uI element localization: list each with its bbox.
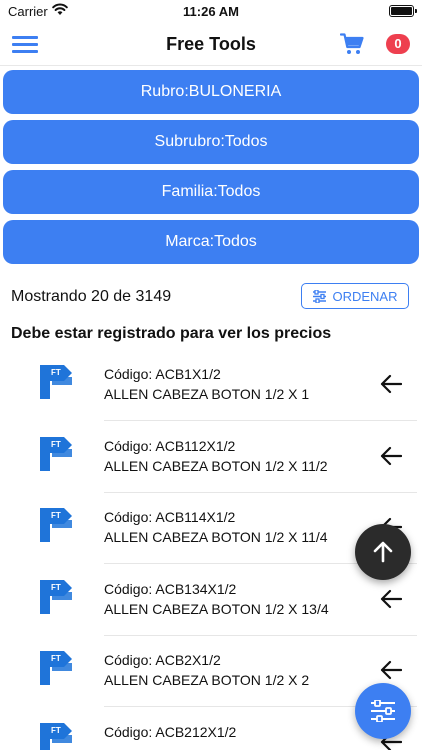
logo-text: FT [51, 726, 61, 735]
free-tools-logo-icon: FT [40, 722, 72, 750]
product-name: ALLEN CABEZA BOTON 1/2 X 11/4 [104, 529, 328, 545]
logo-text: FT [51, 654, 61, 663]
product-code: Código: ACB114X1/2 [104, 509, 236, 525]
product-name: ALLEN CABEZA BOTON 1/2 X 13/4 [104, 600, 329, 617]
logo-text: FT [51, 440, 61, 449]
battery-icon [389, 5, 417, 17]
rubro-filter-button[interactable]: Rubro:BULONERIA [3, 70, 419, 114]
product-code: Código: ACB134X1/2 [104, 580, 237, 597]
familia-filter-button[interactable]: Familia:Todos [3, 170, 419, 214]
arrow-up-icon [373, 541, 393, 563]
arrow-left-icon[interactable] [380, 374, 402, 394]
scroll-to-top-button[interactable] [355, 524, 411, 580]
product-code: Código: ACB1X1/2 [104, 366, 221, 382]
cart-count-badge[interactable]: 0 [386, 34, 410, 54]
sort-button-label: ORDENAR [332, 288, 398, 304]
free-tools-logo-icon: FT [40, 436, 72, 471]
product-row[interactable]: FT Código: ACB1X1/2 ALLEN CABEZA BOTON 1/2… [0, 350, 422, 421]
marca-filter-button[interactable]: Marca:Todos [3, 220, 419, 264]
free-tools-logo-icon: FT [40, 579, 72, 614]
product-code: Código: ACB2X1/2 [104, 652, 221, 668]
product-name: ALLEN CABEZA BOTON 1/2 X 11/2 [104, 457, 328, 474]
arrow-left-icon[interactable] [380, 446, 402, 466]
subrubro-filter-button[interactable]: Subrubro:Todos [3, 120, 419, 164]
product-info: Código: ACB134X1/2 ALLEN CABEZA BOTON 1/2… [104, 579, 329, 619]
arrow-left-icon[interactable] [380, 589, 402, 609]
login-required-notice: Debe estar registrado para ver los preci… [11, 325, 332, 342]
product-info: Código: ACB112X1/2 ALLEN CABEZA BOTON 1/2… [104, 436, 328, 476]
free-tools-logo-icon: FT [40, 508, 72, 542]
shopping-cart-icon[interactable] [340, 32, 364, 56]
product-name: ALLEN CABEZA BOTON 1/2 X 2 [104, 672, 310, 688]
product-row[interactable]: FT Código: ACB134X1/2 ALLEN CABEZA BOTON 1… [0, 565, 422, 636]
product-code: Código: ACB112X1/2 [104, 437, 236, 454]
logo-text: FT [51, 368, 61, 377]
sliders-icon [371, 700, 395, 722]
sort-button[interactable]: ORDENAR [301, 283, 409, 309]
product-info: Código: ACB212X1/2 [104, 722, 236, 742]
free-tools-logo-icon: FT [40, 365, 72, 399]
logo-text: FT [51, 583, 61, 592]
navigation-bar: Free Tools 0 [0, 22, 422, 66]
filter-fab-button[interactable] [355, 683, 411, 739]
clock: 11:26 AM [183, 4, 239, 19]
free-tools-logo-icon: FT [40, 651, 72, 685]
results-count: Mostrando 20 de 3149 [11, 288, 172, 305]
product-code: Código: ACB212X1/2 [104, 723, 237, 740]
status-bar: Carrier 11:26 AM [0, 0, 422, 22]
product-info: Código: ACB114X1/2 ALLEN CABEZA BOTON 1/2… [104, 507, 328, 547]
product-info: Código: ACB2X1/2 ALLEN CABEZA BOTON 1/2 X… [104, 650, 309, 690]
product-row[interactable]: FT Código: ACB112X1/2 ALLEN CABEZA BOTON 1… [0, 422, 422, 493]
arrow-left-icon[interactable] [380, 660, 402, 680]
logo-text: FT [51, 511, 61, 520]
product-info: Código: ACB1X1/2 ALLEN CABEZA BOTON 1/2 X… [104, 364, 309, 404]
sliders-icon [313, 289, 327, 303]
product-name: ALLEN CABEZA BOTON 1/2 X 1 [104, 386, 310, 402]
